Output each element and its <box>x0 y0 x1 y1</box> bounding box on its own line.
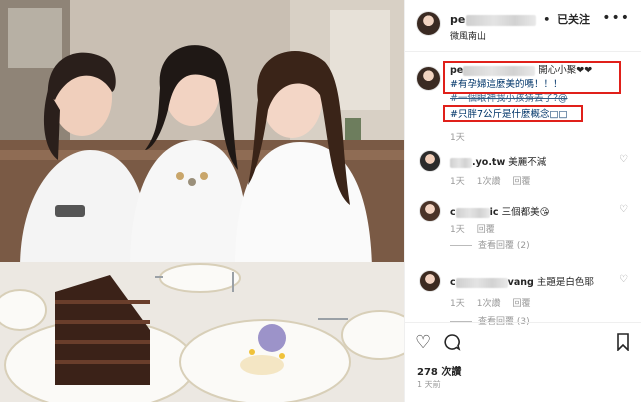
commenter-avatar[interactable] <box>419 200 441 222</box>
comment-heart-icon[interactable]: ♡ <box>619 274 628 285</box>
author-avatar[interactable] <box>416 11 441 36</box>
comment-likes[interactable]: 1次讚 <box>477 177 501 187</box>
post-caption: pe 開心小聚❤❤ #有孕婦這麼美的嗎！！！ #一個眼神我小孩猜去了?@ #只胖… <box>405 58 641 144</box>
replies-divider <box>450 245 472 246</box>
comment-time: 1天 <box>450 177 465 187</box>
bookmark-icon[interactable] <box>616 333 630 356</box>
comment-text: 美麗不減 <box>508 157 547 168</box>
commenter-username[interactable]: .yo.tw <box>472 157 505 168</box>
commenter-username[interactable]: vang <box>508 277 534 288</box>
caption-time: 1天 <box>450 133 465 143</box>
comment-likes[interactable]: 1次讚 <box>477 299 501 309</box>
following-button[interactable]: 已关注 <box>557 13 590 26</box>
author-username[interactable]: pe • 已关注 <box>450 11 590 27</box>
redacted-username <box>466 14 537 26</box>
bookmark-shape-icon <box>617 333 629 352</box>
comment-text: 主題是白色耶 <box>536 277 594 288</box>
comment-item: .yo.tw 美麗不減 1天 1次讚 回覆 ♡ <box>405 150 641 192</box>
comment-heart-icon[interactable]: ♡ <box>619 204 628 215</box>
redacted-username <box>455 277 508 288</box>
comment-icon[interactable] <box>443 333 461 356</box>
comment-item: c vang 主題是白色耶 1天 1次讚 回覆 查看回覆 (3) ♡ <box>405 270 641 330</box>
comment-text-row: c ic 三個都美😘 <box>450 204 549 218</box>
commenter-avatar[interactable] <box>419 150 441 172</box>
comment-time: 1天 <box>450 299 465 309</box>
comment-text-row: .yo.tw 美麗不減 <box>450 154 546 168</box>
highlight-box-hashtag <box>443 105 583 122</box>
comment-bubble-icon <box>444 334 461 351</box>
redacted-username <box>455 207 490 218</box>
view-replies-label[interactable]: 查看回覆 (2) <box>478 241 530 251</box>
post-header: pe • 已关注 微風南山 ••• <box>405 0 641 52</box>
comment-meta: 1天 回覆 <box>450 222 507 235</box>
commenter-username-prefix[interactable]: c <box>450 277 456 288</box>
reply-button[interactable]: 回覆 <box>512 177 530 187</box>
comment-time: 1天 <box>450 225 465 235</box>
post-location[interactable]: 微風南山 <box>450 29 486 42</box>
photo-illustration <box>0 0 404 402</box>
more-options-icon[interactable]: ••• <box>602 10 630 26</box>
comment-text-row: c vang 主題是白色耶 <box>450 274 594 288</box>
post-timestamp: 1 天前 <box>417 380 441 389</box>
redacted-username <box>450 157 472 168</box>
commenter-username[interactable]: ic <box>490 207 499 218</box>
comment-item: c ic 三個都美😘 1天 回覆 查看回覆 (2) ♡ <box>405 200 641 256</box>
comment-heart-icon[interactable]: ♡ <box>619 154 628 165</box>
post-actions: ♡ 278 次讚 1 天前 <box>405 322 641 402</box>
reply-button[interactable]: 回覆 <box>512 299 530 309</box>
comment-meta: 1天 1次讚 回覆 <box>450 174 542 187</box>
reply-button[interactable]: 回覆 <box>477 225 495 235</box>
highlight-box-caption <box>443 61 621 94</box>
commenter-username-prefix[interactable]: c <box>450 207 456 218</box>
caption-author-avatar[interactable] <box>416 66 441 91</box>
author-username-text[interactable]: pe <box>450 13 465 26</box>
likes-count[interactable]: 278 次讚 <box>417 363 461 378</box>
commenter-avatar[interactable] <box>419 270 441 292</box>
separator-dot: • <box>543 13 551 26</box>
like-heart-icon[interactable]: ♡ <box>415 333 431 353</box>
comment-text: 三個都美😘 <box>501 207 550 218</box>
post-photo[interactable] <box>0 0 404 402</box>
post-side-panel: pe • 已关注 微風南山 ••• pe 開心小聚❤❤ #有孕婦這麼美的嗎！！！… <box>404 0 641 402</box>
view-replies[interactable]: 查看回覆 (2) <box>450 238 530 251</box>
comment-meta: 1天 1次讚 回覆 <box>450 296 542 309</box>
